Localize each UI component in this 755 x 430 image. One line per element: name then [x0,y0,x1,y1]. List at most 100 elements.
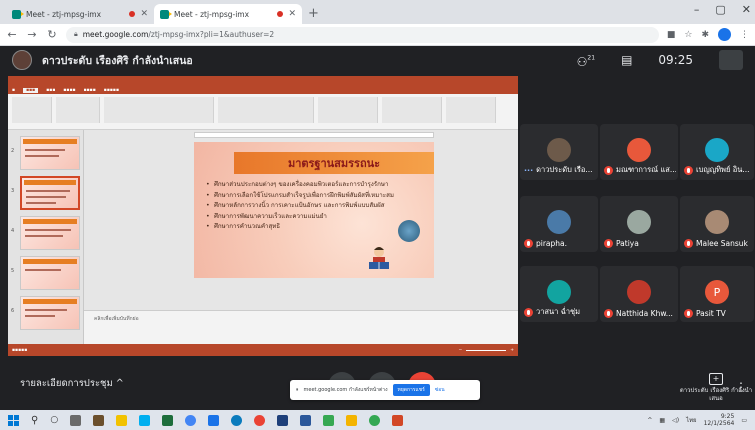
reload-icon[interactable]: ↻ [46,28,58,41]
meet-favicon-icon [12,9,24,19]
globe-clipart-icon [398,220,420,242]
chrome-icon[interactable] [254,414,266,426]
participant-tile[interactable]: Natthida Khw... [600,266,678,322]
forward-icon[interactable]: → [26,28,38,41]
share-notice-text: meet.google.com กำลังแชร์หน้าต่าง [303,387,388,393]
clock-time: 9:25 [720,413,735,420]
participant-tile[interactable]: วาสนา ฉ่ำชุ่ม [520,266,598,322]
ribbon-group-slides [56,97,100,123]
address-bar[interactable]: 🔒︎ meet.google.com/ztj-mpsg-imx?pli=1&au… [66,26,659,43]
network-icon[interactable]: ▦ [659,417,665,424]
participant-tile[interactable]: Malee Sansuk [680,196,754,252]
edge-icon[interactable] [231,414,243,426]
extensions-icon[interactable]: ✱ [701,30,709,40]
zoom-control: − + [458,348,514,353]
participant-tile[interactable]: ··· ดาวประดับ เรือ... [520,124,598,180]
browser-tab-1[interactable]: Meet - ztj-mpsg-imx ✕ [6,4,154,24]
input-language[interactable]: ไทย [686,415,697,425]
volume-icon[interactable]: ◁) [672,417,679,424]
app-icon[interactable] [369,414,381,426]
slide-heading-bar: มาตรฐานสมรรถนะ [234,152,434,174]
new-tab-button[interactable]: + [302,6,325,24]
meet-header-right: ⚇21 ▤ 09:25 [577,50,743,70]
app-icon[interactable] [346,414,358,426]
mic-off-icon [524,307,533,317]
powerpoint-icon[interactable] [392,414,404,426]
ppt-tab: ▪▪▪▪ [63,87,76,93]
meeting-details-button[interactable]: รายละเอียดการประชุม ^ [20,376,124,391]
notifications-icon[interactable]: ▭ [741,417,747,424]
app-icon[interactable] [208,414,220,426]
meet-header: ดาวประดับ เรืองศิริ กำลังนำเสนอ ⚇21 ▤ 09… [0,46,755,74]
close-tab-icon[interactable]: ✕ [140,9,148,19]
participant-tile[interactable]: เบญญทิพย์ อิน... [680,124,754,180]
back-icon[interactable]: ← [6,28,18,41]
clock[interactable]: 9:25 12/1/2564 [704,413,735,427]
close-tab-icon[interactable]: ✕ [288,9,296,19]
ribbon-group-editing [446,97,496,123]
browser-tab-2[interactable]: Meet - ztj-mpsg-imx ✕ [154,4,302,24]
slide-thumbnail [20,296,80,330]
slide-thumbnail-selected [20,176,80,210]
maximize-icon[interactable]: ▢ [715,3,725,16]
tray-chevron-icon[interactable]: ^ [647,417,652,424]
excel-icon[interactable] [162,414,174,426]
ppt-workspace: 2 3 4 5 6 มาตรฐานสมรรถนะ ศึกษาส่วนประกอบ… [8,130,518,344]
zoom-slider [466,349,507,351]
meet-favicon-icon [160,9,172,19]
slide-thumbnails: 2 3 4 5 6 [8,130,84,344]
hide-notice-button[interactable]: ซ่อน [435,386,445,394]
presentation-screen: ▪ ▪▪▪ ▪▪▪ ▪▪▪▪ ▪▪▪▪ ▪▪▪▪▪ 2 3 4 5 6 มาตร… [8,76,518,356]
chrome-app-icon[interactable] [185,414,197,426]
chat-icon[interactable]: ▤ [621,53,632,67]
word-icon[interactable] [300,414,312,426]
slide-heading: มาตรฐานสมรรถนะ [287,157,381,170]
tab-title: Meet - ztj-mpsg-imx [174,9,250,19]
share-pause-icon: ⏸ [296,387,299,393]
participant-avatar [547,280,571,304]
slide-bullet: ศึกษาการเลือกใช้โปรแกรมสำเร็จรูปเพื่อการ… [206,191,396,202]
participant-name: Malee Sansuk [696,239,748,248]
skype-icon[interactable] [139,414,151,426]
file-explorer-icon[interactable] [93,414,105,426]
people-icon: ⚇ [576,54,588,69]
menu-dots-icon[interactable]: ⋮ [740,30,749,40]
thumb-number: 4 [11,228,15,234]
participant-tile[interactable]: pirapha. [520,196,598,252]
meeting-details-label: รายละเอียดการประชุม [20,378,113,389]
chevron-up-icon: ^ [115,378,124,389]
mic-off-icon [684,239,693,248]
cortana-icon[interactable]: ○ [50,415,58,425]
mic-off-icon [524,239,533,248]
participant-tile[interactable]: Patiya [600,196,678,252]
zoom-plus-icon: + [510,347,514,353]
participants-button[interactable]: ⚇21 [577,51,595,70]
ribbon-group-font [104,97,214,123]
task-view-icon[interactable] [70,414,82,426]
participant-avatar [627,210,651,234]
reader-clipart-icon [369,247,389,269]
minimize-icon[interactable]: – [694,3,700,16]
meet-app-icon[interactable] [323,414,335,426]
thumb-number: 3 [11,188,15,194]
close-window-icon[interactable]: ✕ [742,3,751,16]
search-icon[interactable]: ⚲ [31,415,38,426]
app-icon[interactable] [277,414,289,426]
ribbon-group-styles [382,97,442,123]
profile-avatar[interactable] [718,28,731,41]
clock-date: 12/1/2564 [703,420,735,427]
participant-tile[interactable]: P Pasit TV [680,266,754,322]
browser-tab-bar: Meet - ztj-mpsg-imx ✕ Meet - ztj-mpsg-im… [0,0,755,24]
app-icon[interactable] [116,414,128,426]
more-options-icon[interactable]: ⋮ [735,380,747,394]
participant-tile[interactable]: มณฑาการณ์ แส... [600,124,678,180]
slide-thumbnail [20,216,80,250]
stop-sharing-button[interactable]: หยุดการแชร์ [392,384,430,396]
camera-indicator-icon[interactable]: ■ [667,30,676,40]
self-view-tile[interactable] [719,50,743,70]
ribbon-group-paragraph [218,97,314,123]
star-icon[interactable]: ☆ [684,30,692,40]
windows-taskbar: ⚲ ○ ^ ▦ ◁) ไทย 9:25 12/1/2564 ▭ [0,410,755,430]
start-windows-icon[interactable] [8,414,19,426]
thumb-number: 6 [11,308,15,314]
